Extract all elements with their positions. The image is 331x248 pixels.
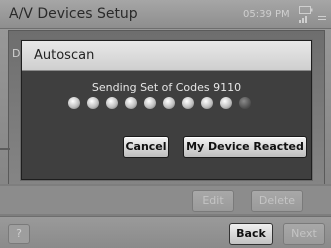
progress-dot [163, 97, 175, 109]
progress-dot [182, 97, 194, 109]
menu-icon [318, 16, 326, 20]
progress-dot [68, 97, 80, 109]
clock-readout: 05:39 PM [243, 9, 290, 20]
dialog-title: Autoscan [34, 48, 95, 63]
battery-icon [299, 6, 313, 14]
progress-dot [239, 97, 251, 109]
edit-button[interactable]: Edit [192, 190, 234, 212]
edit-toolbar: Edit Delete [0, 186, 331, 214]
dialog-header: Autoscan [22, 41, 311, 71]
status-message: Sending Set of Codes 9110 [91, 81, 242, 94]
list-item-label: D [12, 47, 21, 60]
signal-icon [299, 16, 307, 23]
back-button[interactable]: Back [229, 223, 273, 245]
progress-dot [125, 97, 137, 109]
progress-dot [220, 97, 232, 109]
app-window: A/V Devices Setup 05:39 PM D Edit Delete… [0, 0, 331, 248]
next-button[interactable]: Next [283, 223, 325, 245]
my-device-reacted-button[interactable]: My Device Reacted [183, 136, 307, 158]
progress-dot [87, 97, 99, 109]
pointer-line [0, 148, 10, 150]
progress-indicator [68, 95, 268, 111]
title-bar: A/V Devices Setup 05:39 PM [0, 0, 331, 29]
progress-dot [106, 97, 118, 109]
help-button[interactable]: ? [8, 224, 30, 244]
delete-button[interactable]: Delete [251, 190, 303, 212]
cancel-button[interactable]: Cancel [123, 136, 169, 158]
navigation-bar: ? Back Next [0, 216, 331, 248]
progress-dot [144, 97, 156, 109]
window-title: A/V Devices Setup [9, 6, 138, 22]
progress-dot [201, 97, 213, 109]
autoscan-dialog: Autoscan Sending Set of Codes 9110 Cance… [21, 40, 312, 180]
